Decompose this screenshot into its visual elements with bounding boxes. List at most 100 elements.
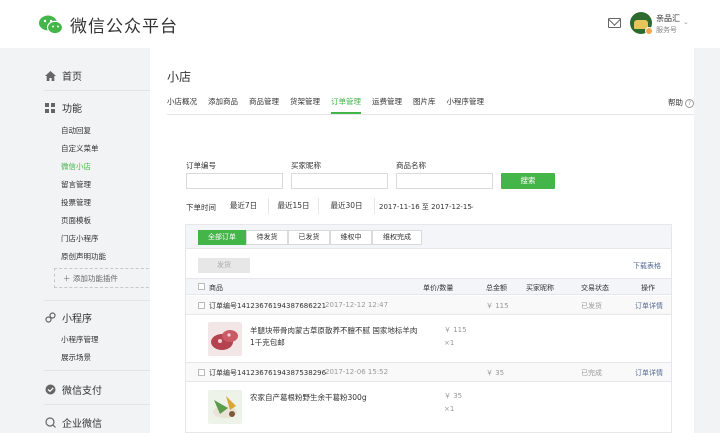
sidebar-pay-label: 微信支付 xyxy=(62,386,102,397)
sidebar-item-auto-reply[interactable]: 自动回复 xyxy=(61,125,91,136)
col-buyer: 买家昵称 xyxy=(526,284,554,292)
date-label: 下单时间 xyxy=(186,203,216,212)
tab-shipping-manage[interactable]: 运费管理 xyxy=(372,96,402,110)
order-status: 已发货 xyxy=(581,302,602,310)
tab-image-library[interactable]: 图片库 xyxy=(413,96,436,110)
status-tab-dispute[interactable]: 维权中 xyxy=(330,230,372,245)
sidebar-item-page-templates[interactable]: 页面模板 xyxy=(61,215,91,226)
order-id: 订单编号14123676194387686221 xyxy=(209,302,327,310)
status-tab-pending[interactable]: 待发货 xyxy=(246,230,288,245)
wechat-logo[interactable]: 微信公众平台 xyxy=(38,12,178,37)
home-icon xyxy=(44,70,56,82)
buyer-input[interactable] xyxy=(291,173,388,189)
divider xyxy=(44,404,154,405)
tab-overview[interactable]: 小店概况 xyxy=(167,96,197,110)
tab-product-manage[interactable]: 商品管理 xyxy=(249,96,279,110)
sidebar-item-custom-menu[interactable]: 自定义菜单 xyxy=(61,143,99,154)
ship-button[interactable]: 发货 xyxy=(198,258,250,273)
sidebar-section-miniprogram[interactable]: 小程序 xyxy=(44,310,92,325)
status-tab-all[interactable]: 全部订单 xyxy=(198,230,246,245)
sidebar-features-label: 功能 xyxy=(62,104,82,115)
download-table-link[interactable]: 下载表格 xyxy=(633,261,661,271)
order-list: 全部订单 待发货 已发货 维权中 维权完成 发货 下载表格 商品 单价/数量 总… xyxy=(185,224,672,433)
status-tab-dispute-done[interactable]: 维权完成 xyxy=(372,230,422,245)
wechat-logo-icon xyxy=(39,15,64,34)
page-title: 小店 xyxy=(167,70,192,84)
order-id: 订单编号14123676194387538296 xyxy=(209,369,327,377)
date-to: 至 xyxy=(421,203,429,211)
product-name-input[interactable] xyxy=(396,173,493,189)
miniprogram-icon xyxy=(44,312,56,324)
help-link[interactable]: 帮助? xyxy=(668,97,694,108)
sidebar-section-work-wechat[interactable]: 企业微信 xyxy=(44,415,102,430)
sidebar-miniprogram-label: 小程序 xyxy=(62,314,92,325)
order-time: 2017-12-12 12:47 xyxy=(325,301,389,309)
select-all-checkbox[interactable] xyxy=(198,283,205,290)
sidebar-item-votes[interactable]: 投票管理 xyxy=(61,197,91,208)
col-status: 交易状态 xyxy=(581,284,609,292)
app-title: 微信公众平台 xyxy=(70,17,178,37)
tab-shelf-manage[interactable]: 货架管理 xyxy=(290,96,320,110)
mail-icon[interactable] xyxy=(608,18,621,28)
order-product-row: 羊腿块带骨肉蒙古草原散养不膻不腻 国家地标羊肉1千克包邮 ￥ 115 ×1 xyxy=(186,315,671,363)
account-name[interactable]: 亲品汇 xyxy=(656,13,680,24)
date-30d-button[interactable]: 最近30日 xyxy=(319,198,375,214)
sidebar-item-home[interactable]: 首页 xyxy=(44,68,82,83)
date-end: 2017-12-15 xyxy=(431,203,472,211)
grid-icon xyxy=(44,102,56,114)
buyer-label: 买家昵称 xyxy=(291,161,321,170)
date-15d-button[interactable]: 最近15日 xyxy=(269,198,319,214)
product-price: ￥ 115 ×1 xyxy=(444,324,467,350)
col-product: 商品 xyxy=(209,284,223,292)
order-no-input[interactable] xyxy=(186,173,283,189)
product-name-label: 商品名称 xyxy=(396,161,426,170)
product-name[interactable]: 羊腿块带骨肉蒙古草原散养不膻不腻 国家地标羊肉1千克包邮 xyxy=(250,325,420,349)
sidebar-home-label: 首页 xyxy=(62,72,82,83)
table-header: 商品 单价/数量 总金额 买家昵称 交易状态 操作 xyxy=(186,278,671,295)
order-time: 2017-12-06 15:52 xyxy=(325,368,389,376)
sidebar-work-label: 企业微信 xyxy=(62,419,102,430)
date-range-picker[interactable]: 2017-11-16 至 2017-12-15 xyxy=(379,202,472,212)
product-thumbnail[interactable] xyxy=(208,390,242,424)
store-tabs: 小店概况 添加商品 商品管理 货架管理 订单管理 运费管理 图片库 小程序管理 xyxy=(167,96,495,114)
product-qty: ×1 xyxy=(444,339,455,347)
order-total: ￥ 115 xyxy=(486,302,509,310)
search-button[interactable]: 搜索 xyxy=(501,173,555,189)
divider xyxy=(167,114,694,115)
order-no-label: 订单编号 xyxy=(186,161,216,170)
tab-miniprogram-manage[interactable]: 小程序管理 xyxy=(447,96,485,110)
chevron-down-icon[interactable]: ⌄ xyxy=(683,18,689,26)
product-price-value: ￥ 115 xyxy=(444,326,467,334)
order-checkbox[interactable] xyxy=(198,369,205,376)
order-detail-link[interactable]: 订单详情 xyxy=(635,368,663,378)
tab-add-product[interactable]: 添加商品 xyxy=(208,96,238,110)
sidebar-item-miniprogram-manage[interactable]: 小程序管理 xyxy=(61,334,99,345)
sidebar-item-original-declaration[interactable]: 原创声明功能 xyxy=(61,251,106,262)
product-price-value: ￥ 35 xyxy=(444,392,463,400)
order-panel: 订单编号 买家昵称 商品名称 搜索 下单时间 最近7日 最近15日 最近30日 … xyxy=(167,132,694,433)
tab-order-manage[interactable]: 订单管理 xyxy=(331,96,361,114)
status-tab-shipped[interactable]: 已发货 xyxy=(288,230,330,245)
order-checkbox[interactable] xyxy=(198,302,205,309)
col-operation: 操作 xyxy=(641,284,655,292)
col-price-qty: 单价/数量 xyxy=(423,284,454,292)
date-start: 2017-11-16 xyxy=(379,203,420,211)
add-plugin-button[interactable]: ＋ 添加功能插件 xyxy=(54,268,154,288)
sidebar-item-display-scenes[interactable]: 展示场景 xyxy=(61,352,91,363)
product-thumbnail[interactable] xyxy=(208,322,242,356)
sidebar-section-wechat-pay[interactable]: 微信支付 xyxy=(44,382,102,397)
help-label: 帮助 xyxy=(668,98,683,107)
col-total: 总金额 xyxy=(486,284,507,292)
divider xyxy=(44,370,154,371)
chevron-down-icon[interactable]: ⌄ xyxy=(469,202,475,210)
account-type: 服务号 xyxy=(656,26,677,34)
status-tabs: 全部订单 待发货 已发货 维权中 维权完成 xyxy=(186,225,671,249)
sidebar-item-comments[interactable]: 留言管理 xyxy=(61,179,91,190)
order-detail-link[interactable]: 订单详情 xyxy=(635,301,663,311)
product-name[interactable]: 农家自产葛根粉野生余干葛粉300g xyxy=(250,392,420,404)
sidebar-item-wechat-store[interactable]: 微信小店 xyxy=(61,161,91,172)
top-bar: 微信公众平台 亲品汇 服务号 ⌄ xyxy=(0,0,720,48)
sidebar-item-store-miniprogram[interactable]: 门店小程序 xyxy=(61,233,99,244)
sidebar-section-features[interactable]: 功能 xyxy=(44,100,82,115)
date-7d-button[interactable]: 最近7日 xyxy=(219,198,269,214)
